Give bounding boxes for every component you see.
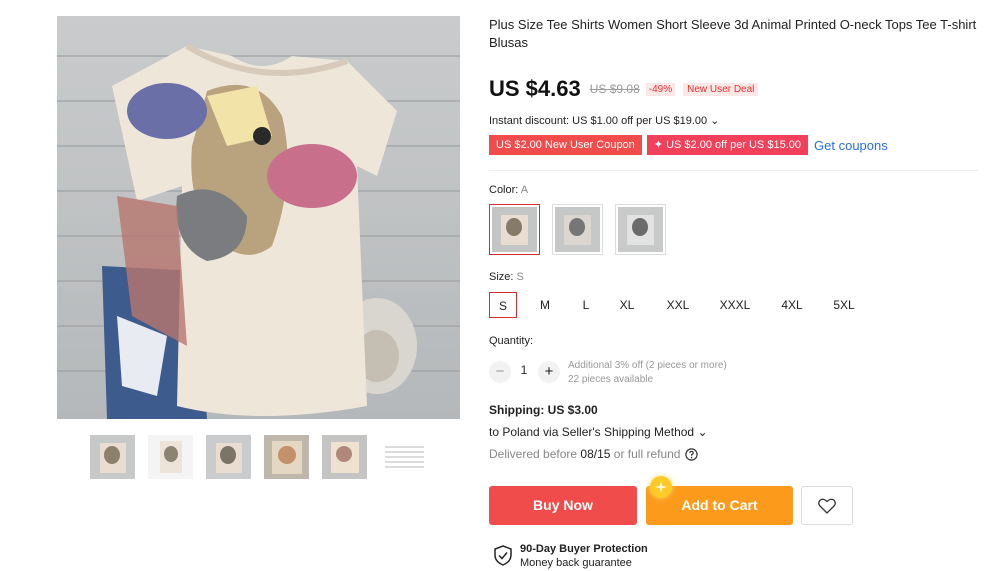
- color-selected-value: A: [520, 184, 529, 196]
- delivery-date: 08/15: [580, 447, 611, 461]
- color-label-text: Color:: [489, 184, 519, 196]
- color-option-1[interactable]: [489, 204, 540, 255]
- shipping-cost: Shipping: US $3.00: [489, 403, 598, 417]
- product-title: Plus Size Tee Shirts Women Short Sleeve …: [489, 17, 977, 50]
- size-label-text: Size:: [489, 271, 514, 283]
- size-option-4xl[interactable]: 4XL: [774, 292, 810, 318]
- size-option-s[interactable]: S: [489, 292, 517, 318]
- divider: [489, 170, 978, 171]
- size-selected-value: S: [516, 271, 524, 283]
- stock-available: 22 pieces available: [568, 374, 654, 385]
- discount-badge: -49%: [645, 82, 676, 96]
- delivery-estimate: Delivered before 08/15 or full refund: [489, 447, 699, 461]
- size-option-xxxl[interactable]: XXXL: [712, 292, 758, 318]
- thumbnail-2[interactable]: [148, 435, 193, 479]
- coupon-row: US $2.00 New User Coupon ✦ US $2.00 off …: [489, 135, 888, 155]
- instant-discount-text: Instant discount: US $1.00 off per US $1…: [489, 115, 708, 127]
- size-option-xl[interactable]: XL: [613, 292, 641, 318]
- size-option-l[interactable]: L: [572, 292, 600, 318]
- heart-icon: [818, 498, 836, 514]
- buyer-protection-subtitle: Money back guarantee: [520, 557, 632, 569]
- current-price: US $4.63: [489, 76, 581, 101]
- chevron-down-icon: ⌄: [710, 115, 720, 127]
- size-option-xxl[interactable]: XXL: [659, 292, 697, 318]
- thumbnail-6[interactable]: [382, 435, 427, 479]
- original-price: US $9.08: [589, 82, 640, 96]
- quantity-decrease-button[interactable]: −: [489, 361, 511, 383]
- thumbnail-3[interactable]: [206, 435, 251, 479]
- color-option-3[interactable]: [615, 204, 666, 255]
- color-label: Color: A: [489, 184, 528, 196]
- delivery-prefix: Delivered before: [489, 447, 578, 461]
- thumbnail-5[interactable]: [322, 435, 367, 479]
- new-user-coupon[interactable]: US $2.00 New User Coupon: [489, 135, 642, 155]
- wishlist-button[interactable]: [801, 486, 853, 525]
- get-coupons-link[interactable]: Get coupons: [814, 138, 888, 153]
- delivery-suffix: or full refund: [613, 447, 681, 461]
- color-option-2[interactable]: [552, 204, 603, 255]
- buy-now-button[interactable]: Buy Now: [489, 486, 637, 525]
- thumbnail-1[interactable]: [90, 435, 135, 479]
- shipping-method-text: to Poland via Seller's Shipping Method: [489, 425, 695, 439]
- main-product-image[interactable]: [57, 16, 460, 419]
- chevron-down-icon: ⌄: [697, 425, 708, 439]
- buyer-protection-title: 90-Day Buyer Protection: [520, 543, 648, 555]
- instant-discount[interactable]: Instant discount: US $1.00 off per US $1…: [489, 114, 719, 127]
- size-option-m[interactable]: M: [531, 292, 559, 318]
- size-option-5xl[interactable]: 5XL: [826, 292, 862, 318]
- size-label: Size: S: [489, 271, 524, 283]
- new-user-deal-badge: New User Deal: [683, 82, 759, 96]
- store-coupon[interactable]: ✦ US $2.00 off per US $15.00: [646, 135, 809, 155]
- shield-check-icon: [494, 545, 512, 566]
- quantity-value[interactable]: 1: [518, 363, 530, 377]
- quantity-label: Quantity:: [489, 335, 534, 347]
- help-icon[interactable]: [685, 447, 699, 461]
- thumbnail-4[interactable]: [264, 435, 309, 479]
- diamond-icon: ✦: [653, 139, 667, 151]
- shipping-method[interactable]: to Poland via Seller's Shipping Method ⌄: [489, 425, 708, 439]
- sparkle-icon: [650, 476, 672, 498]
- price-row: US $4.63 US $9.08 -49% New User Deal: [489, 76, 759, 102]
- bulk-discount-note: Additional 3% off (2 pieces or more): [568, 360, 727, 371]
- quantity-increase-button[interactable]: +: [538, 361, 560, 383]
- store-coupon-label: US $2.00 off per US $15.00: [666, 139, 802, 151]
- quantity-note: Additional 3% off (2 pieces or more) 22 …: [568, 359, 727, 387]
